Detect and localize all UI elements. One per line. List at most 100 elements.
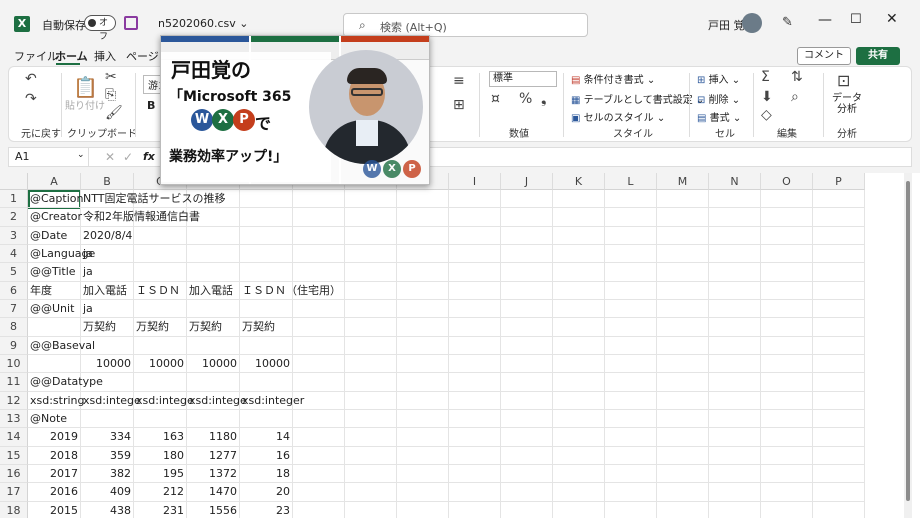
table-cell[interactable] — [761, 428, 813, 447]
table-cell[interactable] — [28, 354, 81, 374]
format-painter-icon[interactable]: 🖌 — [105, 105, 123, 121]
table-cell[interactable] — [501, 226, 553, 245]
table-cell[interactable] — [553, 190, 605, 209]
cell-styles-button[interactable]: ▣ セルのスタイル ⌄ — [571, 109, 665, 124]
table-cell[interactable] — [605, 208, 657, 227]
table-cell[interactable] — [605, 391, 657, 410]
table-cell[interactable] — [345, 391, 397, 410]
scrollbar-thumb[interactable] — [906, 181, 910, 501]
table-cell[interactable] — [293, 501, 345, 518]
table-cell[interactable]: @Creator — [28, 208, 82, 227]
table-cell[interactable] — [709, 391, 761, 410]
table-cell[interactable] — [293, 226, 345, 245]
format-cells-button[interactable]: ▤ 書式 ⌄ — [697, 109, 741, 124]
row-header[interactable]: 18 — [0, 501, 28, 518]
redo-icon[interactable]: ↷ — [25, 91, 37, 107]
table-cell[interactable] — [709, 190, 761, 209]
table-cell[interactable]: 1180 — [187, 428, 240, 447]
table-cell[interactable]: ＩＳＤＮ（住宅用） — [240, 281, 341, 300]
table-cell[interactable] — [345, 446, 397, 465]
table-cell[interactable] — [605, 336, 657, 355]
worksheet-grid[interactable]: ABCDEFGHIJKLMNOP 1@CaptionNTT固定電話サービスの推移… — [0, 173, 920, 518]
user-name[interactable]: 戸田 覚 — [708, 17, 745, 33]
table-cell[interactable] — [449, 208, 501, 227]
table-cell[interactable]: 16 — [240, 446, 293, 465]
table-cell[interactable] — [293, 208, 345, 227]
table-cell[interactable] — [605, 190, 657, 209]
table-cell[interactable] — [501, 464, 553, 484]
copy-icon[interactable]: ⎘ — [105, 87, 116, 103]
table-cell[interactable] — [709, 501, 761, 518]
table-cell[interactable] — [397, 263, 449, 282]
table-cell[interactable] — [761, 354, 813, 374]
table-cell[interactable] — [134, 226, 187, 245]
table-cell[interactable] — [761, 226, 813, 245]
table-cell[interactable] — [293, 428, 345, 447]
table-cell[interactable]: 10000 — [240, 354, 293, 374]
table-cell[interactable] — [553, 336, 605, 355]
table-cell[interactable] — [813, 428, 865, 447]
bold-button[interactable]: B — [147, 99, 155, 112]
insert-function-button[interactable]: fx — [143, 150, 155, 163]
table-cell[interactable] — [761, 464, 813, 484]
table-cell[interactable] — [813, 409, 865, 429]
table-cell[interactable] — [605, 446, 657, 465]
table-cell[interactable] — [240, 373, 293, 392]
table-cell[interactable]: 万契約 — [134, 318, 187, 337]
table-cell[interactable] — [449, 354, 501, 374]
column-header-b[interactable]: B — [81, 173, 134, 190]
table-cell[interactable]: 212 — [134, 483, 187, 502]
table-cell[interactable] — [449, 263, 501, 282]
table-cell[interactable] — [240, 336, 293, 355]
table-cell[interactable] — [449, 190, 501, 209]
comment-button[interactable]: コメント — [797, 47, 851, 65]
table-cell[interactable] — [553, 428, 605, 447]
table-cell[interactable] — [761, 190, 813, 209]
table-cell[interactable] — [709, 483, 761, 502]
table-cell[interactable] — [397, 483, 449, 502]
table-cell[interactable] — [657, 354, 709, 374]
table-cell[interactable]: xsd:intege — [134, 391, 194, 410]
table-cell[interactable] — [657, 373, 709, 392]
table-cell[interactable]: 1277 — [187, 446, 240, 465]
table-cell[interactable] — [293, 464, 345, 484]
table-cell[interactable] — [813, 464, 865, 484]
table-cell[interactable] — [553, 391, 605, 410]
table-cell[interactable] — [761, 373, 813, 392]
table-cell[interactable] — [345, 226, 397, 245]
table-cell[interactable] — [501, 428, 553, 447]
table-cell[interactable] — [449, 244, 501, 264]
share-button[interactable]: 共有 — [856, 47, 900, 65]
table-cell[interactable] — [605, 244, 657, 264]
table-cell[interactable] — [605, 501, 657, 518]
table-cell[interactable] — [761, 336, 813, 355]
table-cell[interactable] — [449, 318, 501, 337]
number-format-select[interactable]: 標準 — [489, 71, 557, 87]
table-cell[interactable] — [813, 483, 865, 502]
table-cell[interactable] — [345, 336, 397, 355]
table-cell[interactable] — [709, 373, 761, 392]
table-cell[interactable] — [345, 428, 397, 447]
table-cell[interactable] — [709, 226, 761, 245]
table-cell[interactable] — [553, 464, 605, 484]
column-header-i[interactable]: I — [449, 173, 501, 190]
row-header[interactable]: 12 — [0, 391, 28, 410]
table-cell[interactable] — [134, 244, 187, 264]
table-cell[interactable] — [605, 483, 657, 502]
table-cell[interactable] — [553, 373, 605, 392]
table-cell[interactable] — [187, 373, 240, 392]
table-cell[interactable] — [553, 244, 605, 264]
table-cell[interactable] — [240, 409, 293, 429]
table-cell[interactable] — [657, 281, 709, 300]
column-header-o[interactable]: O — [761, 173, 813, 190]
table-cell[interactable] — [345, 318, 397, 337]
table-cell[interactable] — [81, 409, 134, 429]
table-cell[interactable] — [553, 281, 605, 300]
table-cell[interactable] — [397, 281, 449, 300]
row-header[interactable]: 2 — [0, 208, 28, 227]
chevron-down-icon[interactable]: ⌄ — [77, 150, 85, 160]
table-cell[interactable] — [187, 244, 240, 264]
row-header[interactable]: 5 — [0, 263, 28, 282]
table-cell[interactable] — [345, 483, 397, 502]
table-cell[interactable] — [605, 354, 657, 374]
